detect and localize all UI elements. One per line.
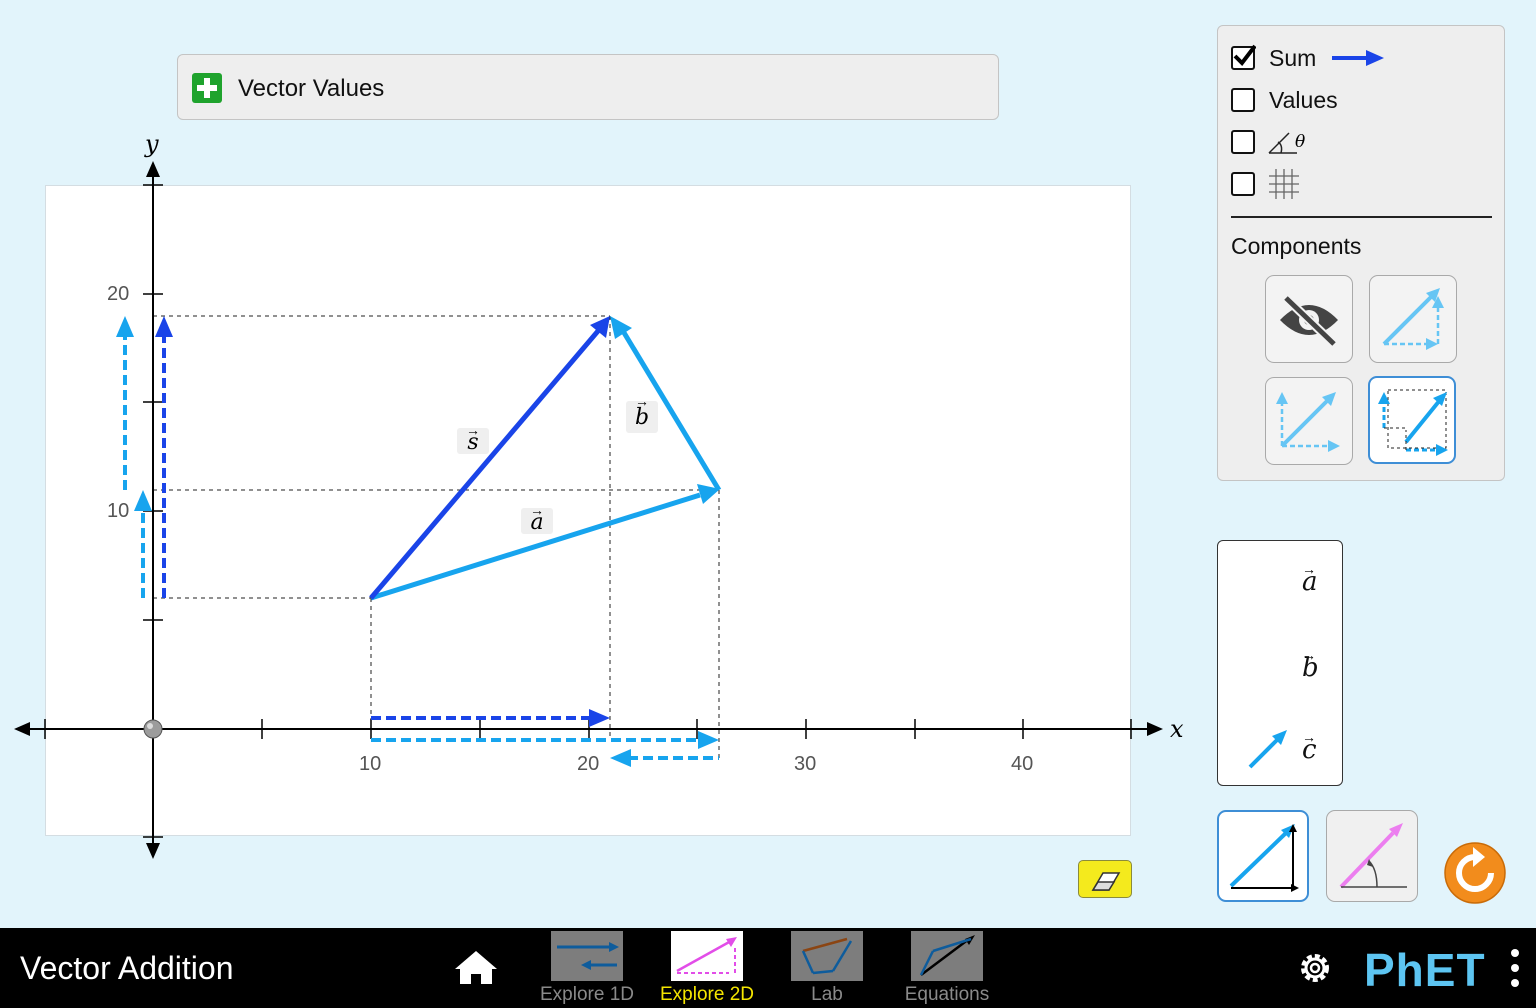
x-axis-label: x xyxy=(1170,715,1184,743)
kebab-menu-icon xyxy=(1511,949,1519,987)
checkbox-checked-icon[interactable] xyxy=(1231,44,1256,70)
x-component-sum xyxy=(371,709,610,727)
phet-logo[interactable]: PhET xyxy=(1364,943,1486,997)
parallelogram-components-icon xyxy=(1276,392,1340,452)
grid-icon xyxy=(1269,169,1299,199)
eraser-icon xyxy=(1091,872,1121,891)
polar-icon xyxy=(1339,823,1407,889)
sum-arrow-icon xyxy=(1332,50,1385,66)
x-tick-label: 10 xyxy=(359,753,382,775)
x-component-a xyxy=(371,731,719,749)
vector-a-label: → a xyxy=(521,502,553,535)
sum-label: Sum xyxy=(1269,44,1317,71)
y-component-a xyxy=(134,490,152,598)
explore-2d-icon xyxy=(671,931,743,981)
projection-lines xyxy=(153,315,720,758)
checkbox-icon[interactable] xyxy=(1231,172,1255,196)
reset-icon xyxy=(1444,842,1506,904)
tab-equations[interactable]: Equations xyxy=(892,928,1002,1008)
grid-checkbox[interactable] xyxy=(1231,169,1305,199)
y-tick-label: 20 xyxy=(107,283,130,305)
toolbox-label-c: c xyxy=(1302,735,1317,765)
cartesian-icon xyxy=(1229,824,1299,892)
components-triangle-button[interactable] xyxy=(1369,275,1457,363)
toolbox-label-a: a xyxy=(1302,567,1318,597)
components-parallelogram-button[interactable] xyxy=(1265,377,1353,465)
origin-handle[interactable] xyxy=(143,719,163,739)
toolbox-label-b: b xyxy=(1302,653,1319,683)
angle-symbol: θ xyxy=(1295,132,1306,152)
navigation-bar: Vector Addition Explore 1D Explore 2D La… xyxy=(0,928,1536,1008)
lab-icon xyxy=(791,931,863,981)
tab-label: Equations xyxy=(904,984,990,1005)
y-component-sum xyxy=(155,316,173,598)
vector-sum-label: → s xyxy=(457,422,489,455)
tab-explore-1d[interactable]: Explore 1D xyxy=(532,928,642,1008)
x-tick-label: 20 xyxy=(577,753,600,775)
x-tick-label: 40 xyxy=(1011,753,1034,775)
polar-mode-button[interactable] xyxy=(1326,810,1418,902)
tab-explore-2d[interactable]: Explore 2D xyxy=(652,928,762,1008)
eye-slash-icon xyxy=(1280,294,1338,348)
home-icon xyxy=(455,951,497,984)
components-on-axis-button[interactable] xyxy=(1368,376,1456,464)
sim-title: Vector Addition xyxy=(20,950,234,986)
y-axis-label: y xyxy=(145,130,159,158)
vector-c-icon[interactable] xyxy=(1246,727,1290,771)
tab-label: Explore 2D xyxy=(660,984,754,1005)
home-button[interactable] xyxy=(453,948,499,991)
settings-button[interactable] xyxy=(1295,948,1335,993)
angle-checkbox[interactable]: θ xyxy=(1231,127,1305,157)
vector-b-label: → b xyxy=(626,393,658,433)
more-options-button[interactable] xyxy=(1508,946,1522,997)
sum-checkbox[interactable]: Sum xyxy=(1231,43,1386,73)
x-tick-label: 30 xyxy=(794,753,817,775)
explore-1d-icon xyxy=(551,931,623,981)
x-component-b xyxy=(610,749,719,767)
cartesian-mode-button[interactable] xyxy=(1217,810,1309,902)
components-label: Components xyxy=(1231,233,1362,259)
equations-icon xyxy=(911,931,983,981)
vector-sum[interactable] xyxy=(369,316,610,600)
y-tick-label: 10 xyxy=(107,500,130,522)
tab-label: Lab xyxy=(811,984,843,1005)
checkbox-icon[interactable] xyxy=(1231,88,1255,112)
values-label: Values xyxy=(1269,86,1338,113)
on-axis-components-icon xyxy=(1378,389,1448,456)
tab-label: Explore 1D xyxy=(540,984,634,1005)
gear-icon xyxy=(1301,954,1329,982)
checkbox-icon[interactable] xyxy=(1231,130,1255,154)
divider xyxy=(1231,216,1492,218)
eraser-button[interactable] xyxy=(1078,860,1132,898)
tab-lab[interactable]: Lab xyxy=(772,928,882,1008)
x-axis xyxy=(14,719,1163,739)
components-hidden-button[interactable] xyxy=(1265,275,1353,363)
graph-canvas xyxy=(14,161,1163,859)
y-component-b xyxy=(116,316,134,490)
triangle-components-icon xyxy=(1382,288,1444,350)
reset-all-button[interactable] xyxy=(1443,841,1507,905)
values-checkbox[interactable]: Values xyxy=(1231,85,1338,115)
vector-toolbox: → a → b → c xyxy=(1217,540,1343,786)
control-panel: Sum Values θ Components xyxy=(1217,25,1505,481)
